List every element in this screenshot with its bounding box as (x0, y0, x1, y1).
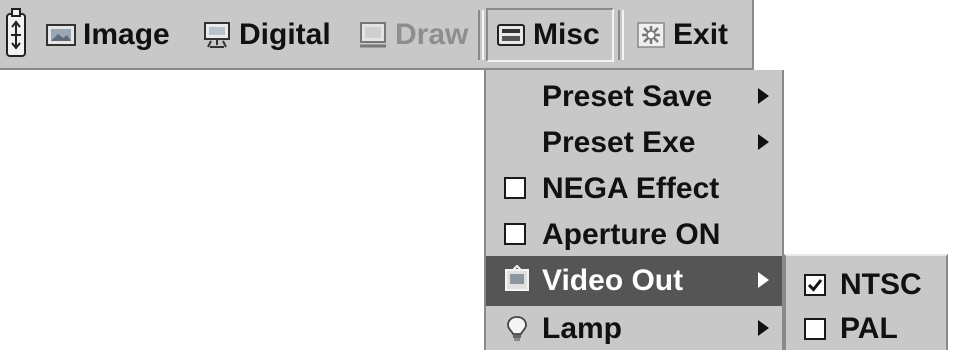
menu-item-lamp[interactable]: Lamp (486, 306, 782, 352)
image-icon (46, 24, 76, 46)
menu-item-preset-save[interactable]: Preset Save (486, 74, 782, 120)
menu-item-video-out[interactable]: Video Out (486, 256, 782, 306)
video-out-submenu: NTSC PAL (784, 254, 948, 350)
menu-misc-label: Misc (533, 18, 600, 51)
misc-icon (497, 24, 525, 46)
video-out-icon (505, 265, 529, 291)
menu-misc[interactable]: Misc (486, 8, 614, 62)
menu-exit-label: Exit (673, 18, 729, 51)
submenu-arrow-icon (758, 320, 769, 336)
lamp-icon (507, 316, 527, 341)
menu-digital[interactable]: Digital (202, 8, 331, 62)
menu-item-preset-exe[interactable]: Preset Exe (486, 120, 782, 166)
menu-image-label: Image (83, 18, 170, 51)
misc-dropdown-menu: Preset Save Preset Exe NEGA Effect Apert… (484, 70, 784, 350)
menu-item-pal[interactable]: PAL (786, 306, 946, 352)
submenu-arrow-icon (758, 88, 769, 104)
menu-draw-label: Draw (395, 18, 469, 51)
digital-icon (204, 22, 230, 48)
menu-item-ntsc[interactable]: NTSC (786, 262, 946, 308)
nega-effect-checkbox[interactable] (504, 177, 526, 199)
menu-draw[interactable]: Draw (358, 8, 468, 62)
menu-digital-label: Digital (239, 18, 331, 51)
submenu-arrow-icon (758, 134, 769, 150)
preset-exe-label: Preset Exe (542, 126, 696, 159)
menu-item-aperture-on[interactable]: Aperture ON (486, 212, 782, 258)
menu-separator (618, 10, 624, 60)
exit-icon (637, 22, 665, 48)
menu-bar: Image Digital Draw Misc Exit (0, 0, 754, 70)
checkmark-icon (807, 279, 823, 292)
toolbar-grip-icon[interactable] (4, 8, 28, 60)
nega-effect-label: NEGA Effect (542, 172, 720, 205)
submenu-arrow-icon (758, 272, 769, 288)
preset-save-label: Preset Save (542, 80, 713, 113)
draw-icon (360, 22, 386, 48)
menu-exit[interactable]: Exit (636, 8, 728, 62)
ntsc-checkbox[interactable] (804, 274, 826, 296)
aperture-on-label: Aperture ON (542, 218, 721, 251)
menu-separator (478, 10, 484, 60)
video-out-label: Video Out (542, 264, 684, 297)
pal-label: PAL (840, 312, 898, 345)
ntsc-label: NTSC (840, 268, 922, 301)
lamp-label: Lamp (542, 312, 623, 345)
menu-item-nega-effect[interactable]: NEGA Effect (486, 166, 782, 212)
aperture-on-checkbox[interactable] (504, 223, 526, 245)
pal-checkbox[interactable] (804, 318, 826, 340)
menu-image[interactable]: Image (46, 8, 170, 62)
